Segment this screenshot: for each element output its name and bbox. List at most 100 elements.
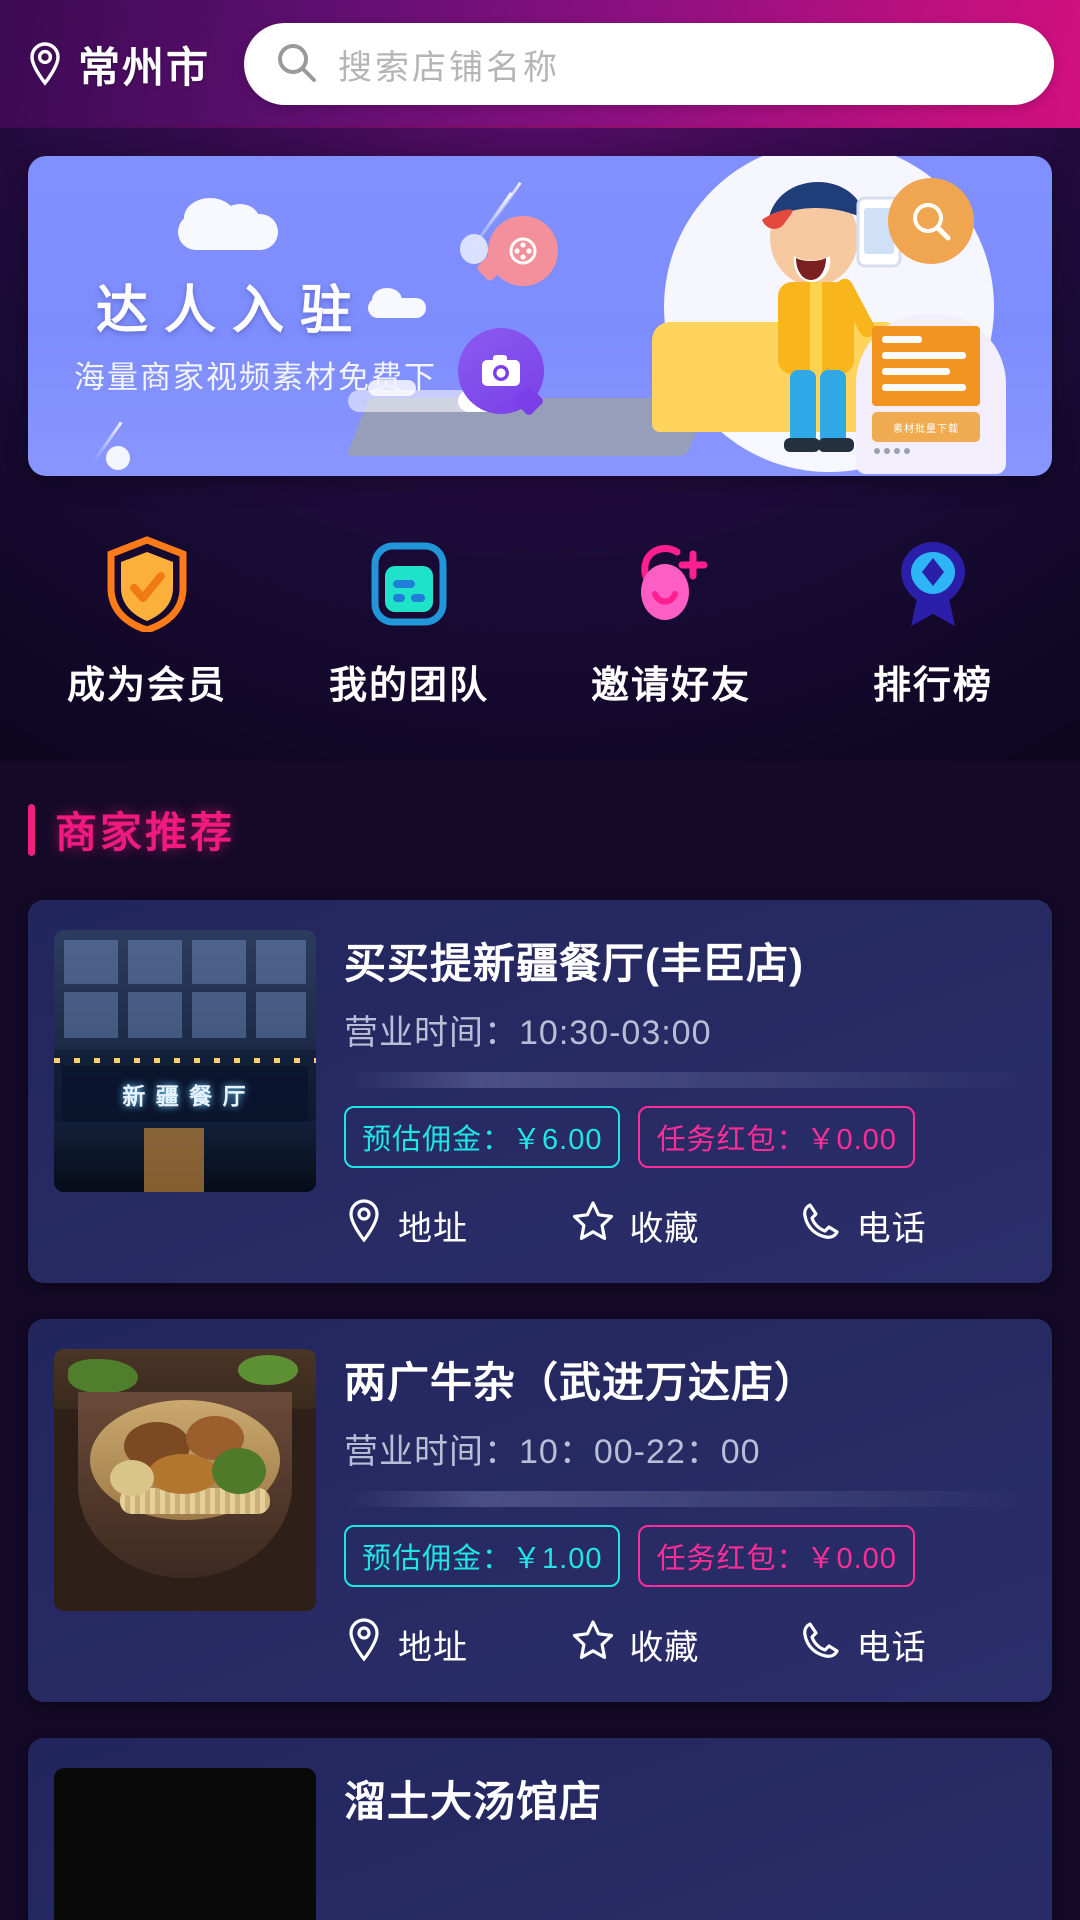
phone-icon — [799, 1618, 843, 1671]
phone-icon — [799, 1199, 843, 1252]
merchant-action-favorite[interactable]: 收藏 — [571, 1617, 798, 1672]
commission-label: 预估佣金： — [362, 1124, 513, 1156]
commission-badge: 预估佣金：￥6.00 — [344, 1106, 621, 1168]
merchant-thumbnail[interactable] — [54, 1768, 316, 1920]
merchant-info: 买买提新疆餐厅(丰臣店) 营业时间：10:30-03:00 预估佣金：￥6.00… — [344, 930, 1026, 1253]
thumbnail-window — [128, 992, 182, 1038]
location-pin-icon — [26, 41, 64, 87]
banner-title: 达人入驻 — [96, 282, 369, 340]
dot-decoration — [106, 446, 130, 470]
merchant-actions: 地址 收藏 电话 — [344, 1617, 1026, 1672]
merchant-list: 新 疆 餐 厅 买买提新疆餐厅(丰臣店) 营业时间：10:30-03:00 预估… — [0, 860, 1080, 1920]
search-icon — [274, 40, 318, 89]
team-card-icon — [361, 536, 457, 632]
merchant-card[interactable]: 两广牛杂（武进万达店） 营业时间：10：00-22：00 预估佣金：￥1.00 … — [28, 1319, 1052, 1702]
merchant-name: 两广牛杂（武进万达店） — [344, 1359, 818, 1406]
merchant-hours-label: 营业时间： — [344, 1014, 519, 1052]
merchant-card[interactable]: 新 疆 餐 厅 买买提新疆餐厅(丰臣店) 营业时间：10:30-03:00 预估… — [28, 900, 1052, 1283]
merchant-action-label: 收藏 — [629, 1629, 700, 1667]
thumbnail-window — [128, 940, 182, 984]
quick-action-invite-friends[interactable]: 邀请好友 — [540, 536, 802, 709]
banner-film-bubble — [488, 216, 558, 286]
merchant-thumbnail[interactable]: 新 疆 餐 厅 — [54, 930, 316, 1192]
merchant-info: 溜土大汤馆店 — [344, 1768, 1026, 1920]
commission-label: 预估佣金： — [362, 1543, 513, 1575]
banner-dots-decoration — [874, 448, 910, 454]
thumbnail-window — [256, 992, 306, 1038]
shield-check-icon — [99, 536, 195, 632]
location-selector[interactable]: 常州市 — [26, 34, 210, 95]
quick-action-label: 我的团队 — [328, 665, 489, 707]
thumbnail-window — [192, 992, 246, 1038]
star-icon — [571, 1199, 615, 1252]
merchant-action-favorite[interactable]: 收藏 — [571, 1198, 798, 1253]
thumbnail-window — [192, 940, 246, 984]
search-input[interactable]: 搜索店铺名称 — [338, 40, 560, 89]
quick-actions-row: 成为会员 我的团队 邀请好友 排行榜 — [0, 536, 1080, 709]
section-header: 商家推荐 — [0, 799, 1080, 860]
thumbnail-string-lights — [54, 1058, 316, 1063]
merchant-card[interactable]: 溜土大汤馆店 — [28, 1738, 1052, 1920]
section-accent-bar — [28, 803, 35, 856]
ranking-medal-icon — [885, 536, 981, 632]
merchant-divider — [344, 1491, 1026, 1507]
merchant-action-phone[interactable]: 电话 — [799, 1617, 1026, 1672]
location-pin-icon — [344, 1617, 384, 1672]
thumbnail-food — [110, 1460, 154, 1497]
redpacket-value: ￥0.00 — [806, 1124, 897, 1156]
merchant-actions: 地址 收藏 电话 — [344, 1198, 1026, 1253]
star-icon — [571, 1618, 615, 1671]
thumbnail-door — [144, 1128, 204, 1192]
redpacket-badge: 任务红包：￥0.00 — [638, 1525, 915, 1587]
commission-value: ￥1.00 — [512, 1543, 603, 1575]
banner-download-button: 素材批量下载 — [872, 412, 980, 442]
banner-search-bubble — [888, 178, 974, 264]
cloud-decoration — [178, 198, 278, 250]
merchant-action-phone[interactable]: 电话 — [799, 1198, 1026, 1253]
thumbnail-vegetable — [238, 1355, 298, 1385]
thumbnail-sign: 新 疆 餐 厅 — [62, 1066, 308, 1122]
merchant-action-address[interactable]: 地址 — [344, 1617, 571, 1672]
thumbnail-bowl — [78, 1392, 292, 1579]
redpacket-value: ￥0.00 — [806, 1543, 897, 1575]
merchant-divider — [344, 1072, 1026, 1088]
quick-action-my-team[interactable]: 我的团队 — [278, 536, 540, 709]
banner-camera-bubble — [458, 328, 544, 414]
merchant-action-label: 收藏 — [629, 1210, 700, 1248]
merchant-section: 商家推荐 新 疆 餐 厅 买买提新疆餐厅(丰臣店) 营业时间：10:30-03:… — [0, 761, 1080, 1920]
app-header: 常州市 搜索店铺名称 — [0, 0, 1080, 128]
thumbnail-food — [212, 1448, 266, 1495]
merchant-info: 两广牛杂（武进万达店） 营业时间：10：00-22：00 预估佣金：￥1.00 … — [344, 1349, 1026, 1672]
commission-value: ￥6.00 — [512, 1124, 603, 1156]
merchant-hours-label: 营业时间： — [344, 1433, 519, 1471]
merchant-name: 溜土大汤馆店 — [344, 1778, 603, 1825]
location-label: 常州市 — [78, 43, 211, 91]
quick-action-become-member[interactable]: 成为会员 — [16, 536, 278, 709]
thumbnail-bowl-interior — [90, 1400, 280, 1521]
merchant-action-label: 电话 — [856, 1629, 927, 1667]
merchant-hours-value: 10：00-22：00 — [519, 1433, 761, 1471]
merchant-tags: 预估佣金：￥1.00 任务红包：￥0.00 — [344, 1525, 1026, 1587]
merchant-thumbnail[interactable] — [54, 1349, 316, 1611]
thumbnail-window — [64, 940, 118, 984]
promo-banner[interactable]: 素材批量下载 达人入驻 海量商家视频素材免费下 — [28, 156, 1052, 476]
redpacket-label: 任务红包： — [656, 1124, 807, 1156]
merchant-action-label: 地址 — [398, 1629, 468, 1667]
banner-subtitle: 海量商家视频素材免费下 — [74, 360, 437, 395]
banner-phone-card: 素材批量下载 — [856, 314, 1006, 474]
thumbnail-sign-text: 新 疆 餐 厅 — [122, 1083, 248, 1109]
location-pin-icon — [344, 1198, 384, 1253]
merchant-name: 买买提新疆餐厅(丰臣店) — [344, 940, 804, 987]
merchant-action-label: 电话 — [856, 1210, 927, 1248]
quick-action-label: 邀请好友 — [590, 665, 751, 707]
merchant-hours: 营业时间：10：00-22：00 — [344, 1424, 1026, 1473]
merchant-hours-value: 10:30-03:00 — [519, 1014, 712, 1052]
merchant-action-address[interactable]: 地址 — [344, 1198, 571, 1253]
quick-action-leaderboard[interactable]: 排行榜 — [802, 536, 1064, 709]
search-bar[interactable]: 搜索店铺名称 — [244, 23, 1054, 105]
cloud-decoration — [368, 288, 426, 318]
thumbnail-window — [64, 992, 118, 1038]
quick-action-label: 排行榜 — [872, 665, 993, 707]
section-title: 商家推荐 — [55, 809, 236, 856]
thumbnail-food — [148, 1454, 218, 1495]
